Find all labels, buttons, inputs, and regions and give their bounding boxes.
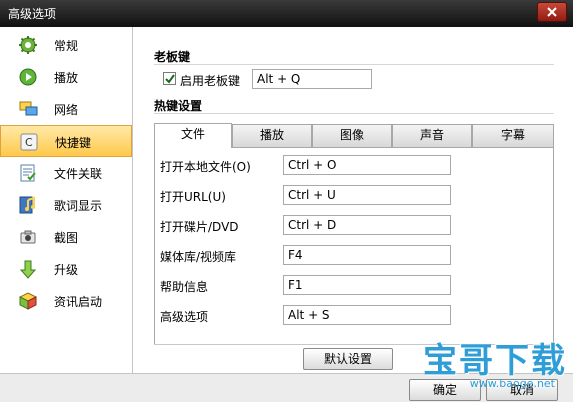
camera-icon	[19, 228, 37, 246]
hotkey-field-advanced-options[interactable]: Alt + S	[283, 305, 451, 325]
sidebar-item-network[interactable]: 网络	[0, 93, 132, 125]
window-title: 高级选项	[8, 7, 57, 21]
network-icon	[19, 100, 38, 118]
hotkey-label-open-file: 打开本地文件(O)	[160, 160, 251, 174]
hotkey-field-open-disc[interactable]: Ctrl + D	[283, 215, 451, 235]
lyrics-music-icon	[19, 196, 37, 214]
sidebar-item-playback[interactable]: 播放	[0, 61, 132, 93]
close-icon	[547, 7, 557, 17]
sidebar: 常规 播放 网络 C 快捷键 文件关联 歌词显示 截图 升级 资讯启动	[0, 27, 133, 373]
hotkey-field-open-url[interactable]: Ctrl + U	[283, 185, 451, 205]
sidebar-item-general[interactable]: 常规	[0, 29, 132, 61]
default-settings-button[interactable]: 默认设置	[303, 348, 393, 370]
watermark-url: www.baoge.net	[469, 377, 555, 390]
tab-sound[interactable]: 声音	[392, 124, 472, 147]
hotkey-field-help[interactable]: F1	[283, 275, 451, 295]
sidebar-item-label: 歌词显示	[54, 199, 103, 213]
section-divider	[154, 64, 554, 65]
svg-text:C: C	[25, 136, 33, 149]
hotkey-label-open-url: 打开URL(U)	[160, 190, 226, 204]
cube-icon	[18, 292, 38, 310]
enable-boss-key-checkbox[interactable]	[163, 72, 176, 85]
play-icon	[19, 68, 37, 86]
sidebar-item-hotkeys[interactable]: C 快捷键	[0, 125, 132, 157]
boss-key-section-title: 老板键	[154, 50, 191, 64]
tab-file[interactable]: 文件	[154, 123, 232, 148]
watermark-text: 宝哥下载	[423, 341, 567, 381]
download-arrow-icon	[19, 260, 37, 279]
hotkey-label-advanced-options: 高级选项	[160, 310, 209, 324]
file-association-icon	[19, 164, 37, 182]
sidebar-item-label: 截图	[54, 231, 79, 245]
title-bar: 高级选项	[0, 0, 573, 27]
sidebar-item-label: 网络	[54, 103, 79, 117]
boss-key-field[interactable]: Alt + Q	[252, 69, 372, 89]
tab-image[interactable]: 图像	[312, 124, 392, 147]
hotkey-field-open-file[interactable]: Ctrl + O	[283, 155, 451, 175]
section-divider	[154, 113, 554, 114]
close-button[interactable]	[537, 2, 567, 22]
sidebar-item-label: 快捷键	[55, 136, 92, 150]
hotkey-label-help: 帮助信息	[160, 280, 209, 294]
sidebar-item-label: 常规	[54, 39, 79, 53]
sidebar-item-screenshot[interactable]: 截图	[0, 221, 132, 253]
tab-playback[interactable]: 播放	[232, 124, 312, 147]
gear-icon	[19, 36, 37, 54]
sidebar-item-label: 文件关联	[54, 167, 103, 181]
keyboard-key-icon: C	[20, 133, 38, 151]
hotkeys-section-title: 热键设置	[154, 99, 203, 113]
sidebar-item-label: 升级	[54, 263, 79, 277]
hotkey-tabs: 文件 播放 图像 声音 字幕	[154, 123, 554, 148]
hotkey-label-open-disc: 打开碟片/DVD	[160, 220, 239, 234]
hotkey-label-media-library: 媒体库/视频库	[160, 250, 237, 264]
sidebar-item-label: 播放	[54, 71, 79, 85]
sidebar-item-upgrade[interactable]: 升级	[0, 253, 132, 285]
checkmark-icon	[165, 74, 175, 84]
sidebar-item-news-startup[interactable]: 资讯启动	[0, 285, 132, 317]
sidebar-item-lyrics[interactable]: 歌词显示	[0, 189, 132, 221]
hotkey-field-media-library[interactable]: F4	[283, 245, 451, 265]
enable-boss-key-label: 启用老板键	[180, 74, 241, 88]
tab-subtitle[interactable]: 字幕	[472, 124, 554, 147]
sidebar-item-file-association[interactable]: 文件关联	[0, 157, 132, 189]
watermark: 宝哥下载 www.baoge.net	[417, 333, 567, 395]
sidebar-item-label: 资讯启动	[54, 295, 103, 309]
settings-content: 老板键 启用老板键 Alt + Q 热键设置 文件 播放 图像 声音 字幕 打开…	[134, 27, 573, 373]
